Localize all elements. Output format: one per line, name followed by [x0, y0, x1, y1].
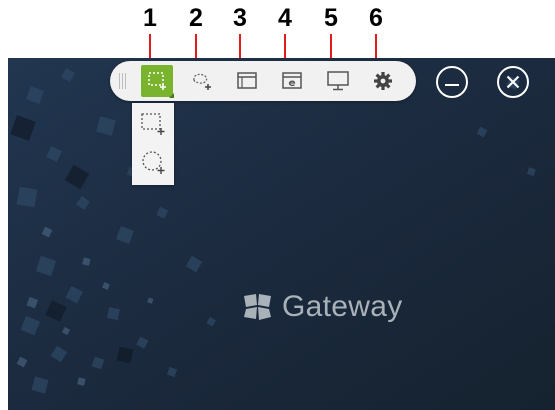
- close-button[interactable]: [497, 66, 529, 98]
- close-icon: [506, 75, 520, 89]
- gear-icon: [374, 72, 392, 90]
- freeform-region-capture-icon: [193, 73, 211, 90]
- callout-6: 6: [369, 4, 383, 32]
- window-capture-icon: [237, 72, 257, 89]
- desktop-background: Gateway: [8, 58, 555, 410]
- ellipse-region-option-icon: [142, 151, 165, 174]
- settings-button[interactable]: [367, 65, 399, 97]
- minimize-icon: [445, 84, 459, 86]
- rect-region-option-icon: [141, 113, 165, 135]
- ellipse-region-option[interactable]: [137, 147, 169, 179]
- gateway-logo-icon: [244, 294, 271, 320]
- rect-region-capture-icon: [148, 72, 166, 90]
- minimize-button[interactable]: [436, 66, 468, 98]
- rect-region-option[interactable]: [137, 108, 169, 140]
- rect-region-capture-button[interactable]: [141, 65, 174, 98]
- browser-capture-icon: [282, 72, 302, 89]
- callout-3: 3: [233, 4, 247, 32]
- gateway-logo-text: Gateway: [282, 290, 403, 323]
- browser-capture-button[interactable]: [276, 65, 308, 97]
- gateway-logo: Gateway: [240, 290, 403, 324]
- capture-toolbar: [110, 61, 416, 101]
- fullscreen-capture-button[interactable]: [322, 65, 354, 97]
- pixel-pattern-background: [8, 58, 555, 410]
- callout-4: 4: [278, 4, 292, 32]
- region-shape-dropdown: [132, 103, 174, 185]
- freeform-region-capture-button[interactable]: [187, 65, 219, 97]
- grip-handle-icon[interactable]: [119, 73, 127, 89]
- callout-2: 2: [189, 4, 203, 32]
- callout-5: 5: [324, 4, 338, 32]
- callout-annotations: 1 2 3 4 5 6: [0, 0, 555, 64]
- fullscreen-capture-icon: [327, 71, 349, 91]
- callout-1: 1: [143, 4, 157, 32]
- window-capture-button[interactable]: [231, 65, 263, 97]
